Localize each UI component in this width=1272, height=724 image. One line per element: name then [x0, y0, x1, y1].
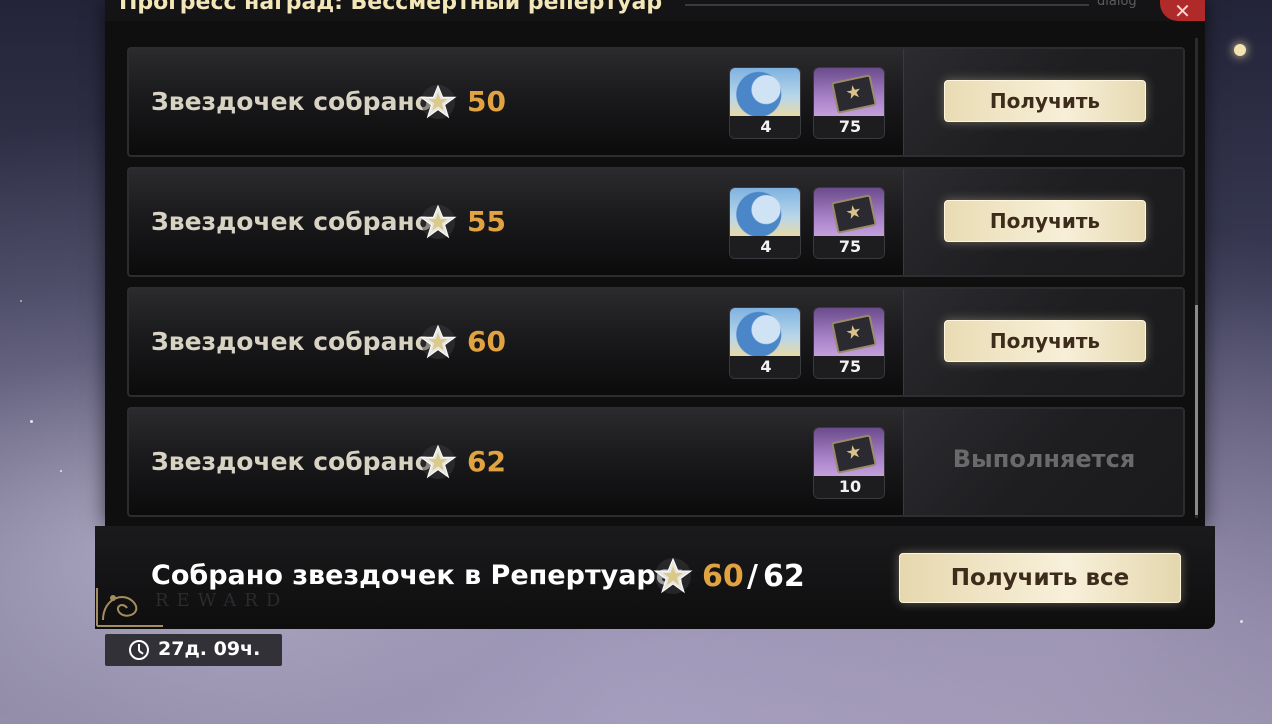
- claim-area: Получить: [903, 289, 1183, 395]
- reward-item[interactable]: 75: [813, 187, 885, 259]
- star-icon: [653, 557, 693, 594]
- reward-watermark: REWARD: [155, 590, 289, 611]
- dialog-title-bar: Прогресс наград: Бессмертный репертуар d…: [105, 0, 1205, 21]
- title-divider: [685, 4, 1089, 6]
- reward-row: Звездочек собрано: 50 4 75 Получить: [127, 47, 1185, 157]
- item-count: 10: [838, 477, 862, 496]
- claim-button[interactable]: Получить: [944, 200, 1146, 242]
- reward-item[interactable]: 4: [729, 307, 801, 379]
- total-progress-bar: REWARD Собрано звездочек в Репертуаре: 6…: [95, 526, 1215, 629]
- star-icon: [419, 444, 457, 480]
- total-stars-separator: /: [747, 559, 758, 594]
- timer-text: 27д. 09ч.: [158, 638, 261, 660]
- ticket-icon: [814, 68, 884, 116]
- claim-area: Выполняется: [903, 409, 1183, 515]
- dialog-tag: dialog: [1097, 0, 1137, 9]
- stars-threshold: 55: [467, 205, 506, 238]
- reward-row: Звездочек собрано: 62 10 Выполняется: [127, 407, 1185, 517]
- total-stars-label: Собрано звездочек в Репертуаре:: [151, 560, 685, 591]
- item-count: 75: [838, 237, 862, 256]
- event-timer: 27д. 09ч.: [105, 634, 282, 666]
- rewards-progress-dialog: Прогресс наград: Бессмертный репертуар d…: [105, 0, 1205, 526]
- ticket-icon: [814, 308, 884, 356]
- character-avatar-icon: [730, 68, 800, 116]
- reward-item[interactable]: 75: [813, 307, 885, 379]
- item-count: 4: [760, 117, 772, 136]
- total-stars-max: 62: [763, 559, 805, 594]
- item-count: 4: [760, 237, 772, 256]
- character-avatar-icon: [730, 308, 800, 356]
- dialog-title: Прогресс наград: Бессмертный репертуар: [119, 0, 663, 15]
- star-icon: [419, 84, 457, 120]
- reward-row: Звездочек собрано: 55 4 75 Получить: [127, 167, 1185, 277]
- stars-threshold: 62: [467, 445, 506, 478]
- item-count: 75: [838, 117, 862, 136]
- reward-item[interactable]: 10: [813, 427, 885, 499]
- star-icon: [419, 324, 457, 360]
- reward-item[interactable]: 75: [813, 67, 885, 139]
- item-count: 4: [760, 357, 772, 376]
- background-sparkle: [30, 420, 33, 423]
- claim-button[interactable]: Получить: [944, 320, 1146, 362]
- ticket-icon: [814, 188, 884, 236]
- claim-all-button[interactable]: Получить все: [899, 553, 1181, 603]
- stars-collected-label: Звездочек собрано:: [151, 207, 442, 236]
- clock-icon: [129, 640, 149, 660]
- scrollbar-thumb[interactable]: [1195, 305, 1198, 515]
- claim-area: Получить: [903, 169, 1183, 275]
- item-count: 75: [838, 357, 862, 376]
- stars-collected-label: Звездочек собрано:: [151, 87, 442, 116]
- character-avatar-icon: [730, 188, 800, 236]
- close-icon: ✕: [1174, 0, 1191, 21]
- background-sparkle: [20, 300, 22, 302]
- background-sparkle: [1234, 44, 1246, 56]
- total-stars-current: 60: [702, 559, 744, 594]
- background-sparkle: [1240, 620, 1243, 623]
- ticket-icon: [814, 428, 884, 476]
- stars-collected-label: Звездочек собрано:: [151, 447, 442, 476]
- in-progress-status: Выполняется: [952, 445, 1136, 473]
- claim-area: Получить: [903, 49, 1183, 155]
- reward-item[interactable]: 4: [729, 67, 801, 139]
- claim-button[interactable]: Получить: [944, 80, 1146, 122]
- reward-item[interactable]: 4: [729, 187, 801, 259]
- stars-collected-label: Звездочек собрано:: [151, 327, 442, 356]
- background-sparkle: [60, 470, 62, 472]
- stars-threshold: 50: [467, 85, 506, 118]
- reward-row: Звездочек собрано: 60 4 75 Получить: [127, 287, 1185, 397]
- star-icon: [419, 204, 457, 240]
- stars-threshold: 60: [467, 325, 506, 358]
